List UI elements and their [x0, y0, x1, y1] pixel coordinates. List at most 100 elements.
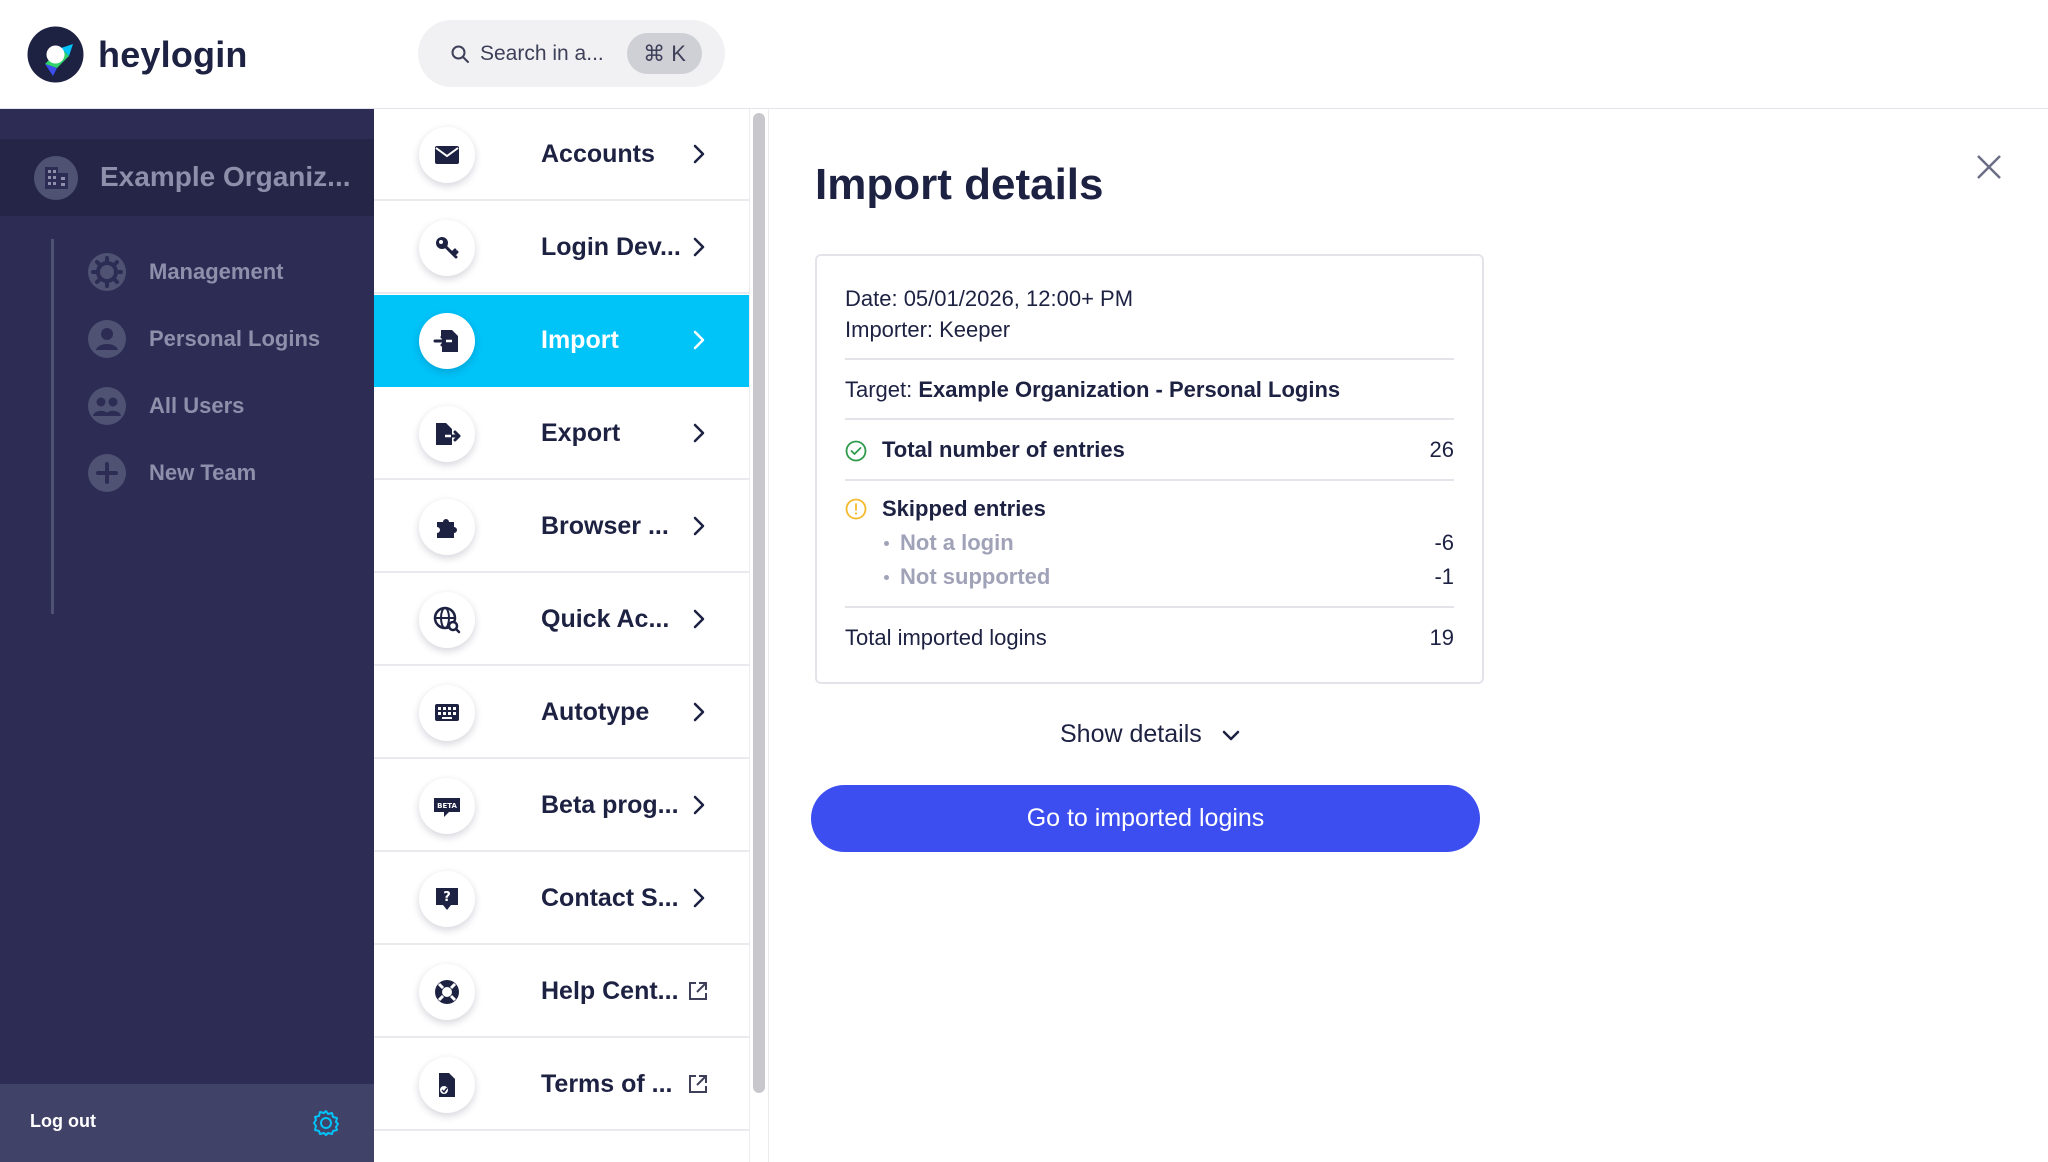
sidebar-item-all-users[interactable]: All Users: [87, 385, 244, 427]
chevron-right-icon: [693, 702, 705, 722]
logout-link[interactable]: Log out: [30, 1111, 96, 1132]
skipped-reason-value: -1: [1434, 564, 1454, 589]
menu-item-terms-of-service[interactable]: Terms of ...: [374, 1039, 749, 1131]
sidebar-item-label: Management: [149, 259, 284, 284]
menu-icon-badge: [419, 313, 475, 369]
organization-name: Example Organiz...: [100, 161, 351, 192]
sidebar: Example Organiz... Management Personal L…: [0, 109, 374, 1162]
sidebar-item-label: New Team: [149, 460, 257, 485]
search-icon: [451, 45, 469, 63]
plus-icon: [88, 454, 126, 492]
chevron-right-icon: [693, 237, 705, 257]
check-circle-icon: [845, 440, 867, 462]
divider: [845, 358, 1454, 360]
sidebar-item-label: Personal Logins: [149, 326, 321, 351]
menu-icon-badge: [419, 220, 475, 276]
menu-item-label: Help Cent...: [541, 977, 679, 1005]
envelope-icon: [435, 146, 459, 164]
show-details-toggle[interactable]: Show details: [1060, 720, 1242, 749]
menu-icon-badge: [419, 964, 475, 1020]
close-icon[interactable]: [1974, 152, 2004, 182]
import-icon: [433, 330, 458, 352]
organization-switcher[interactable]: Example Organiz...: [0, 139, 374, 216]
menu-item-login-devices[interactable]: Login Dev...: [374, 202, 749, 294]
skipped-reason-label: Not a login: [900, 530, 1014, 555]
sidebar-footer: Log out: [0, 1084, 374, 1162]
menu-item-label: Login Dev...: [541, 233, 681, 261]
settings-icon[interactable]: [311, 1108, 341, 1138]
external-link-icon: [689, 982, 707, 1000]
building-icon: [34, 156, 78, 200]
skipped-reason-value: -6: [1434, 530, 1454, 555]
lifebuoy-icon: [435, 980, 459, 1004]
divider: [845, 418, 1454, 420]
target-value: Example Organization - Personal Logins: [918, 377, 1341, 402]
keyboard-icon: [435, 704, 459, 721]
sidebar-item-personal-logins[interactable]: Personal Logins: [87, 318, 320, 360]
total-imported-value: 19: [1429, 625, 1454, 650]
menu-item-label: Accounts: [541, 140, 655, 168]
menu-item-label: Autotype: [541, 698, 650, 726]
menu-icon-badge: [419, 127, 475, 183]
chevron-right-icon: [693, 888, 705, 908]
menu-item-export[interactable]: Export: [374, 388, 749, 480]
menu-item-accounts[interactable]: Accounts: [374, 109, 749, 201]
search-shortcut-badge: ⌘ K: [627, 33, 702, 74]
top-bar: heylogin Search in a... ⌘ K: [0, 0, 2048, 109]
target-prefix: Target:: [845, 377, 919, 402]
menu-item-help-center[interactable]: Help Cent...: [374, 946, 749, 1038]
svg-text:BETA: BETA: [437, 802, 457, 810]
chevron-right-icon: [693, 795, 705, 815]
beta-icon: BETA: [434, 798, 460, 817]
total-imported-label: Total imported logins: [845, 625, 1047, 650]
chevron-right-icon: [693, 516, 705, 536]
bullet: [884, 541, 889, 546]
user-icon: [88, 320, 126, 358]
go-to-imported-logins-button[interactable]: Go to imported logins: [811, 785, 1480, 852]
gear-icon: [88, 253, 126, 291]
key-icon: [436, 237, 459, 259]
heylogin-logo-icon: [27, 26, 84, 83]
chevron-right-icon: [693, 144, 705, 164]
divider: [845, 606, 1454, 608]
app-name: heylogin: [98, 33, 248, 75]
menu-item-autotype[interactable]: Autotype: [374, 667, 749, 759]
menu-item-import[interactable]: Import: [374, 295, 749, 387]
total-entries-label: Total number of entries: [882, 437, 1125, 462]
menu-item-label: Terms of ...: [541, 1070, 673, 1098]
menu-item-label: Import: [541, 326, 619, 354]
puzzle-icon: [437, 519, 457, 538]
chevron-right-icon: [693, 423, 705, 443]
menu-scrollbar-thumb[interactable]: [753, 113, 765, 1093]
heylogin-logo[interactable]: heylogin: [27, 26, 248, 83]
external-link-icon: [689, 1075, 707, 1093]
importer-name: Importer: Keeper: [845, 317, 1011, 342]
chevron-right-icon: [693, 609, 705, 629]
sidebar-item-management[interactable]: Management: [87, 251, 283, 293]
skipped-entries-label: Skipped entries: [882, 496, 1046, 521]
menu-item-browser-extension[interactable]: Browser ...: [374, 481, 749, 573]
menu-item-beta-program[interactable]: BETA Beta prog...: [374, 760, 749, 852]
document-icon: [439, 1073, 455, 1097]
show-details-label: Show details: [1060, 720, 1202, 748]
total-entries-value: 26: [1429, 437, 1454, 462]
search-placeholder: Search in a...: [480, 42, 604, 65]
chevron-right-icon: [693, 330, 705, 350]
menu-item-label: Beta prog...: [541, 791, 679, 819]
skipped-reason-label: Not supported: [900, 564, 1051, 589]
menu-icon-badge: [419, 406, 475, 462]
import-date: Date: 05/01/2026, 12:00+ PM: [845, 286, 1134, 311]
sidebar-item-new-team[interactable]: New Team: [87, 452, 256, 494]
menu-icon-badge: [419, 592, 475, 648]
menu-icon-badge: [419, 1057, 475, 1113]
help-chat-icon: ?: [436, 888, 458, 910]
settings-menu: Accounts Login Dev... Import Export Brow…: [374, 109, 749, 1162]
menu-icon-badge: [419, 499, 475, 555]
import-target: Target: Example Organization - Personal …: [845, 377, 1340, 403]
divider: [845, 479, 1454, 481]
menu-item-quick-access[interactable]: Quick Ac...: [374, 574, 749, 666]
menu-item-label: Contact S...: [541, 884, 679, 912]
search-input[interactable]: Search in a... ⌘ K: [418, 20, 725, 87]
menu-item-label: Export: [541, 419, 621, 447]
menu-item-contact-support[interactable]: ? Contact S...: [374, 853, 749, 945]
